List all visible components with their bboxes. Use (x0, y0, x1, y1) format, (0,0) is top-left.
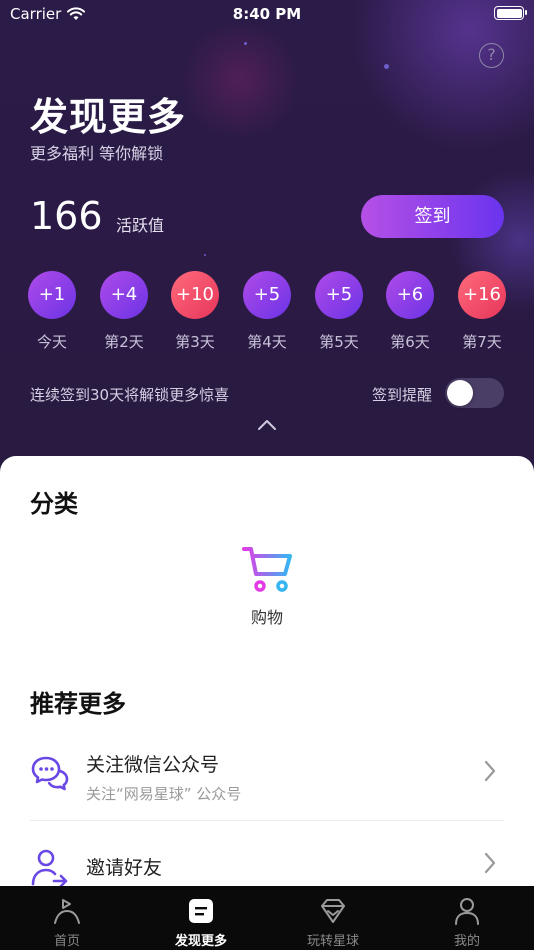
recommend-section-title: 推荐更多 (30, 690, 126, 718)
chevron-up-icon[interactable] (256, 418, 278, 432)
category-label: 购物 (250, 608, 283, 627)
signin-button[interactable]: 签到 (361, 195, 504, 238)
status-time: 8:40 PM (232, 5, 302, 23)
checkin-day[interactable]: +6 第6天 (380, 271, 440, 352)
checkin-bonus: +16 (458, 271, 506, 319)
profile-icon (455, 898, 479, 925)
follow-wechat-item[interactable]: 关注微信公众号 关注“网易星球” 公众号 (30, 748, 504, 808)
tab-label: 发现更多 (174, 934, 227, 949)
checkin-day[interactable]: +5 第5天 (309, 271, 369, 352)
invite-friends-item[interactable]: 邀请好友 (30, 844, 504, 886)
home-flag-icon (54, 899, 80, 924)
checkin-day-label: 第2天 (104, 333, 144, 351)
hero-header: Carrier 8:40 PM ? 发现更多 更多福利 等你解锁 166 活跃值… (0, 0, 534, 480)
tab-bar: 首页 发现更多 玩转星球 我的 (0, 886, 534, 950)
streak-text: 连续签到30天将解锁更多惊喜 (30, 386, 230, 404)
diamond-icon (321, 899, 345, 923)
checkin-day[interactable]: +5 第4天 (237, 271, 297, 352)
status-bar: Carrier 8:40 PM (0, 0, 534, 28)
checkin-day[interactable]: +10 第3天 (165, 271, 225, 352)
tab-label: 我的 (453, 934, 480, 949)
checkin-day-label: 第7天 (462, 333, 502, 351)
reminder-toggle[interactable] (445, 378, 504, 408)
invite-user-icon (31, 849, 68, 886)
toggle-knob (447, 380, 473, 406)
reminder-label: 签到提醒 (372, 386, 433, 404)
discover-icon (189, 899, 213, 923)
activity-score-label: 活跃值 (116, 216, 165, 235)
tab-label: 玩转星球 (306, 934, 359, 949)
wechat-icon (31, 756, 69, 791)
decor-star (384, 64, 389, 69)
page-title: 发现更多 (30, 95, 187, 139)
content-sheet: 分类 购物 推荐更多 关注微信公众号 关注“网易星球” 公众号 邀请好友 (0, 456, 534, 886)
checkin-day[interactable]: +16 第7天 (452, 271, 512, 352)
rec-item-subtitle: 关注“网易星球” 公众号 (86, 785, 242, 803)
page-subtitle: 更多福利 等你解锁 (30, 144, 164, 163)
category-shopping[interactable]: 购物 (227, 544, 307, 628)
checkin-day[interactable]: +4 第2天 (94, 271, 154, 352)
battery-icon (494, 6, 527, 20)
category-section-title: 分类 (30, 490, 78, 518)
checkin-bonus: +4 (100, 271, 148, 319)
checkin-bonus: +6 (386, 271, 434, 319)
checkin-day-label: 第6天 (390, 333, 430, 351)
decor-star (204, 254, 206, 256)
checkin-day[interactable]: +1 今天 (22, 271, 82, 352)
checkin-bonus: +5 (243, 271, 291, 319)
help-icon[interactable]: ? (479, 43, 504, 68)
checkin-day-label: 第3天 (175, 333, 215, 351)
checkin-bonus: +10 (171, 271, 219, 319)
tab-profile[interactable]: 我的 (400, 886, 534, 950)
tab-planet[interactable]: 玩转星球 (266, 886, 400, 950)
shopping-cart-icon (242, 547, 292, 592)
tab-discover[interactable]: 发现更多 (134, 886, 268, 950)
decor-star (244, 42, 247, 45)
checkin-bonus: +5 (315, 271, 363, 319)
checkin-day-label: 第5天 (319, 333, 359, 351)
checkin-bonus: +1 (28, 271, 76, 319)
checkin-days: +1 今天 +4 第2天 +10 第3天 +5 第4天 +5 第5天 +6 第6… (0, 271, 534, 361)
checkin-day-label: 今天 (36, 333, 67, 351)
chevron-right-icon (484, 760, 496, 782)
rec-item-title: 邀请好友 (86, 857, 163, 879)
tab-label: 首页 (53, 934, 80, 949)
rec-item-title: 关注微信公众号 (86, 754, 220, 776)
chevron-right-icon (484, 852, 496, 874)
checkin-day-label: 第4天 (247, 333, 287, 351)
tab-home[interactable]: 首页 (0, 886, 134, 950)
divider (30, 820, 504, 821)
activity-score: 166 (30, 194, 103, 238)
